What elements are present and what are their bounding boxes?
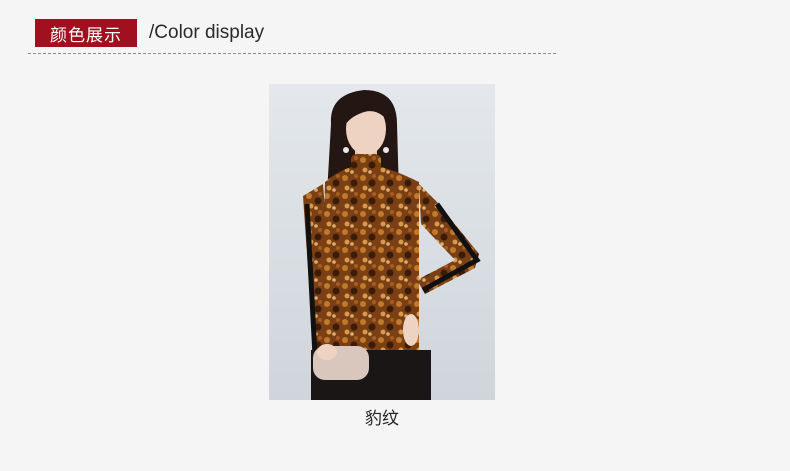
- product-photo: [269, 84, 495, 400]
- section-badge: 颜色展示: [35, 19, 137, 47]
- model-illustration: [269, 84, 495, 400]
- section-header: 颜色展示 /Color display: [35, 19, 264, 47]
- dashed-divider: [28, 53, 556, 54]
- section-subtitle: /Color display: [149, 22, 265, 43]
- color-caption: 豹纹: [365, 409, 399, 429]
